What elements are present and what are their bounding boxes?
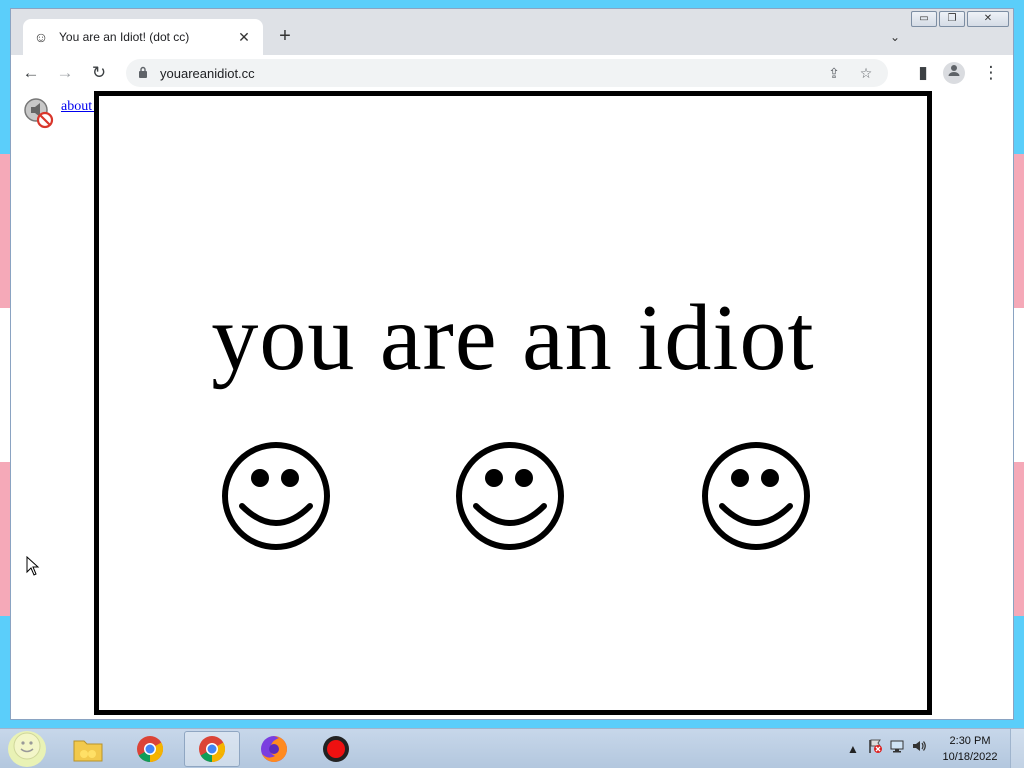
back-button[interactable]: ←: [17, 59, 45, 87]
system-tray: ▲ 2:30 PM 10/18/2022: [842, 729, 1024, 768]
smiley-face-icon: [456, 442, 564, 550]
tab-title: You are an Idiot! (dot cc): [59, 30, 190, 44]
flash-stage: you are an idiot: [94, 91, 932, 715]
side-panel-icon[interactable]: ▮: [909, 59, 937, 87]
volume-icon[interactable]: [908, 738, 930, 760]
firefox-icon[interactable]: [246, 731, 302, 767]
forward-button[interactable]: →: [51, 59, 79, 87]
browser-window: ☺ You are an Idiot! (dot cc) ✕ + ⌄ ▭ ❐ ✕…: [10, 8, 1014, 720]
new-tab-button[interactable]: +: [273, 25, 297, 49]
taskbar: ▲ 2:30 PM 10/18/2022: [0, 728, 1024, 768]
clock-time: 2:30 PM: [949, 735, 991, 747]
headline-text: you are an idiot: [211, 286, 815, 390]
tab-search-button[interactable]: ⌄: [883, 25, 907, 49]
window-controls: ▭ ❐ ✕: [911, 11, 1009, 27]
record-icon[interactable]: [308, 731, 364, 767]
smiley-face-icon: [222, 442, 330, 550]
mouse-cursor-icon: [26, 556, 40, 576]
profile-avatar-icon[interactable]: [943, 62, 965, 84]
smiley-icon: ☺: [33, 29, 49, 45]
close-tab-icon[interactable]: ✕: [235, 28, 253, 46]
bookmark-star-icon[interactable]: ☆: [854, 61, 878, 85]
clock-date: 10/18/2022: [942, 751, 998, 763]
folder-icon[interactable]: [60, 731, 116, 767]
menu-kebab-icon[interactable]: ⋮: [977, 59, 1005, 87]
show-hidden-icons-arrow-icon[interactable]: ▲: [842, 738, 864, 760]
tab-active[interactable]: ☺ You are an Idiot! (dot cc) ✕: [23, 19, 263, 55]
reload-button[interactable]: ↻: [85, 59, 113, 87]
share-icon[interactable]: ⇪: [822, 61, 846, 85]
taskbar-clock[interactable]: 2:30 PM 10/18/2022: [930, 733, 1010, 765]
toolbar-right: ▮ ⋮: [903, 59, 1005, 87]
browser-toolbar: ← → ↻ youareanidiot.cc ⇪ ☆ ▮ ⋮: [11, 55, 1013, 91]
url-text[interactable]: youareanidiot.cc: [160, 66, 814, 81]
show-desktop-button[interactable]: [1010, 729, 1024, 768]
lock-icon[interactable]: [136, 66, 150, 80]
smiley-face-icon: [702, 442, 810, 550]
action-center-flag-icon[interactable]: [864, 738, 886, 760]
chrome-icon[interactable]: [122, 731, 178, 767]
tab-strip: ☺ You are an Idiot! (dot cc) ✕ + ⌄ ▭ ❐ ✕: [11, 9, 1013, 55]
address-bar[interactable]: youareanidiot.cc ⇪ ☆: [126, 59, 888, 87]
flash-blocked-icon[interactable]: [23, 97, 55, 129]
page-content: about flash you are an idiot: [11, 91, 1013, 719]
restore-button[interactable]: ❐: [939, 11, 965, 27]
chrome-icon[interactable]: [184, 731, 240, 767]
start-button[interactable]: [8, 731, 46, 767]
network-icon[interactable]: [886, 738, 908, 760]
close-window-button[interactable]: ✕: [967, 11, 1009, 27]
minimize-button[interactable]: ▭: [911, 11, 937, 27]
